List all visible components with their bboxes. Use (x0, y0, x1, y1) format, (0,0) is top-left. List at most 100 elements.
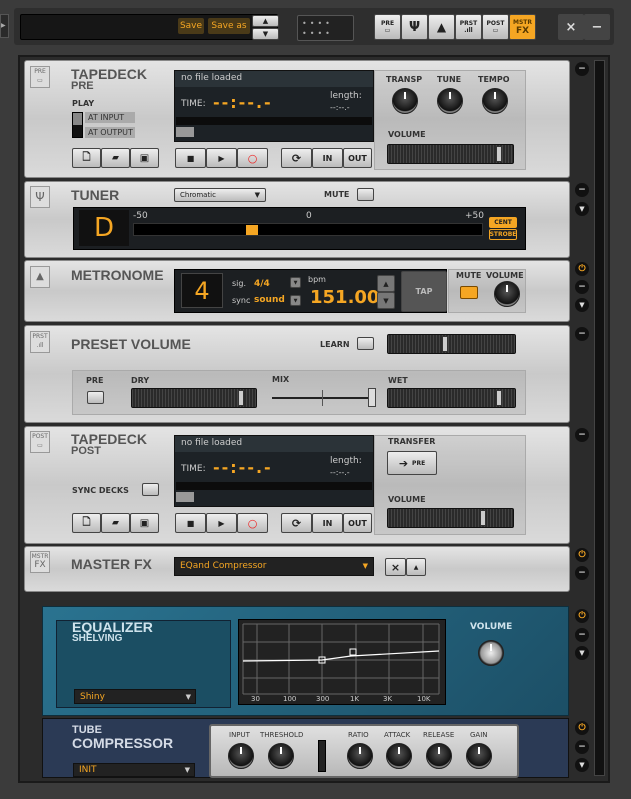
module-toggle-metronome[interactable]: ▲ (428, 14, 455, 40)
record-button[interactable]: ○ (237, 148, 268, 168)
gain-knob[interactable] (466, 743, 492, 769)
out-button[interactable]: OUT (343, 148, 372, 168)
power-icon[interactable]: ⏻ (575, 721, 589, 735)
side-expand-tab[interactable]: ▶ (0, 14, 9, 38)
power-icon[interactable]: ⏻ (575, 262, 589, 276)
play-position-switch[interactable] (72, 112, 83, 138)
save-file-button[interactable]: ▣ (130, 513, 159, 533)
remove-fx-button[interactable]: × (385, 558, 406, 576)
save-button[interactable]: Save (178, 18, 204, 34)
strobe-mode-button[interactable]: STROBE (489, 229, 517, 240)
open-file-button[interactable]: ▰ (101, 513, 130, 533)
compressor-preset-dropdown[interactable]: INIT ▼ (73, 763, 195, 777)
dry-fader[interactable] (131, 388, 257, 408)
volume-fader[interactable] (387, 508, 514, 528)
minimize-module-button[interactable]: − (575, 327, 589, 341)
volume-fader[interactable] (387, 144, 514, 164)
metronome-volume-knob[interactable] (494, 281, 520, 307)
volume-bars-icon: .ıll (36, 342, 44, 349)
preset-down-button[interactable]: ▼ (252, 28, 279, 40)
cent-mode-button[interactable]: CENT (489, 217, 517, 228)
tuner-mute-toggle[interactable] (357, 188, 374, 201)
position-bar[interactable] (176, 482, 372, 490)
stop-button[interactable]: ■ (175, 148, 206, 168)
open-file-button[interactable]: ▰ (101, 148, 130, 168)
in-button[interactable]: IN (312, 148, 343, 168)
minimize-module-button[interactable]: − (575, 566, 589, 580)
bpm-label: bpm (308, 275, 326, 284)
threshold-knob[interactable] (268, 743, 294, 769)
learn-toggle[interactable] (357, 337, 374, 350)
position-bar[interactable] (176, 117, 372, 125)
sync-decks-toggle[interactable] (142, 483, 159, 496)
record-button[interactable]: ○ (237, 513, 268, 533)
out-button[interactable]: OUT (343, 513, 372, 533)
rack-matrix-button[interactable]: •••• •••• (297, 15, 354, 41)
save-file-button[interactable]: ▣ (130, 148, 159, 168)
bpm-down-button[interactable]: ▼ (377, 292, 395, 309)
save-as-button[interactable]: Save as (208, 18, 250, 34)
play-button[interactable]: ▶ (206, 513, 237, 533)
move-down-button[interactable]: ▼ (575, 758, 589, 772)
minimize-module-button[interactable]: − (575, 280, 589, 294)
preset-volume-fader[interactable] (387, 334, 516, 354)
wet-fader[interactable] (387, 388, 516, 408)
attack-knob[interactable] (386, 743, 412, 769)
power-icon[interactable]: ⏻ (575, 548, 589, 562)
move-down-button[interactable]: ▼ (575, 646, 589, 660)
minimize-module-button[interactable]: − (575, 62, 589, 76)
release-knob[interactable] (426, 743, 452, 769)
tap-button[interactable]: TAP (401, 271, 447, 312)
close-button[interactable]: × (558, 14, 584, 40)
tuner-mode-dropdown[interactable]: Chromatic ▼ (174, 188, 266, 202)
move-down-button[interactable]: ▼ (575, 202, 589, 216)
new-file-button[interactable]: 🗋 (72, 148, 101, 168)
sync-label: sync (232, 296, 251, 305)
eq-graph[interactable]: 30 100 300 1K 3K 10K (238, 619, 446, 705)
mix-slider[interactable] (272, 388, 376, 407)
ratio-knob[interactable] (347, 743, 373, 769)
bpm-up-button[interactable]: ▲ (377, 275, 395, 292)
power-icon[interactable]: ⏻ (575, 609, 589, 623)
metronome-mute-toggle[interactable] (460, 286, 478, 299)
loop-button[interactable]: ⟳ (281, 148, 312, 168)
sync-dropdown[interactable]: ▼ (290, 295, 301, 306)
eq-volume-knob[interactable] (478, 640, 504, 666)
loop-button[interactable]: ⟳ (281, 513, 312, 533)
at-output-option[interactable]: AT OUTPUT (85, 127, 135, 138)
pre-toggle[interactable] (87, 391, 104, 404)
minimize-module-button[interactable]: − (575, 740, 589, 754)
new-file-button[interactable]: 🗋 (72, 513, 101, 533)
scroll-handle[interactable] (176, 492, 194, 502)
move-down-button[interactable]: ▼ (575, 298, 589, 312)
master-fx-preset-dropdown[interactable]: EQand Compressor ▼ (174, 557, 374, 576)
bpm-value[interactable]: 151.00 (310, 287, 379, 308)
module-toggle-pre[interactable]: PRE ▭ (374, 14, 401, 40)
tempo-knob[interactable] (482, 88, 508, 114)
stop-button[interactable]: ■ (175, 513, 206, 533)
sync-value[interactable]: sound (254, 295, 285, 305)
minimize-module-button[interactable]: − (575, 628, 589, 642)
sig-dropdown[interactable]: ▼ (290, 277, 301, 288)
minimize-module-button[interactable]: − (575, 183, 589, 197)
collapse-fx-button[interactable]: ▲ (406, 558, 426, 576)
module-toggle-preset-volume[interactable]: PRST .ıll (455, 14, 482, 40)
in-button[interactable]: IN (312, 513, 343, 533)
input-knob[interactable] (228, 743, 254, 769)
minimize-button[interactable]: − (584, 14, 610, 40)
minimize-module-button[interactable]: − (575, 428, 589, 442)
scroll-handle[interactable] (176, 127, 194, 137)
rack-scrollbar[interactable] (594, 60, 605, 776)
module-toggle-post[interactable]: POST ▭ (482, 14, 509, 40)
preset-up-button[interactable]: ▲ (252, 15, 279, 27)
eq-preset-dropdown[interactable]: Shiny ▼ (74, 689, 196, 704)
module-toggle-master-fx[interactable]: MSTR FX (509, 14, 536, 40)
at-input-option[interactable]: AT INPUT (85, 112, 135, 123)
eq-tick-label: 300 (316, 695, 330, 703)
play-button[interactable]: ▶ (206, 148, 237, 168)
transp-knob[interactable] (392, 88, 418, 114)
sig-value[interactable]: 4/4 (254, 279, 270, 289)
module-toggle-tuner[interactable]: Ψ (401, 14, 428, 40)
tune-knob[interactable] (437, 88, 463, 114)
transfer-to-pre-button[interactable]: ➔ PRE (387, 451, 437, 475)
